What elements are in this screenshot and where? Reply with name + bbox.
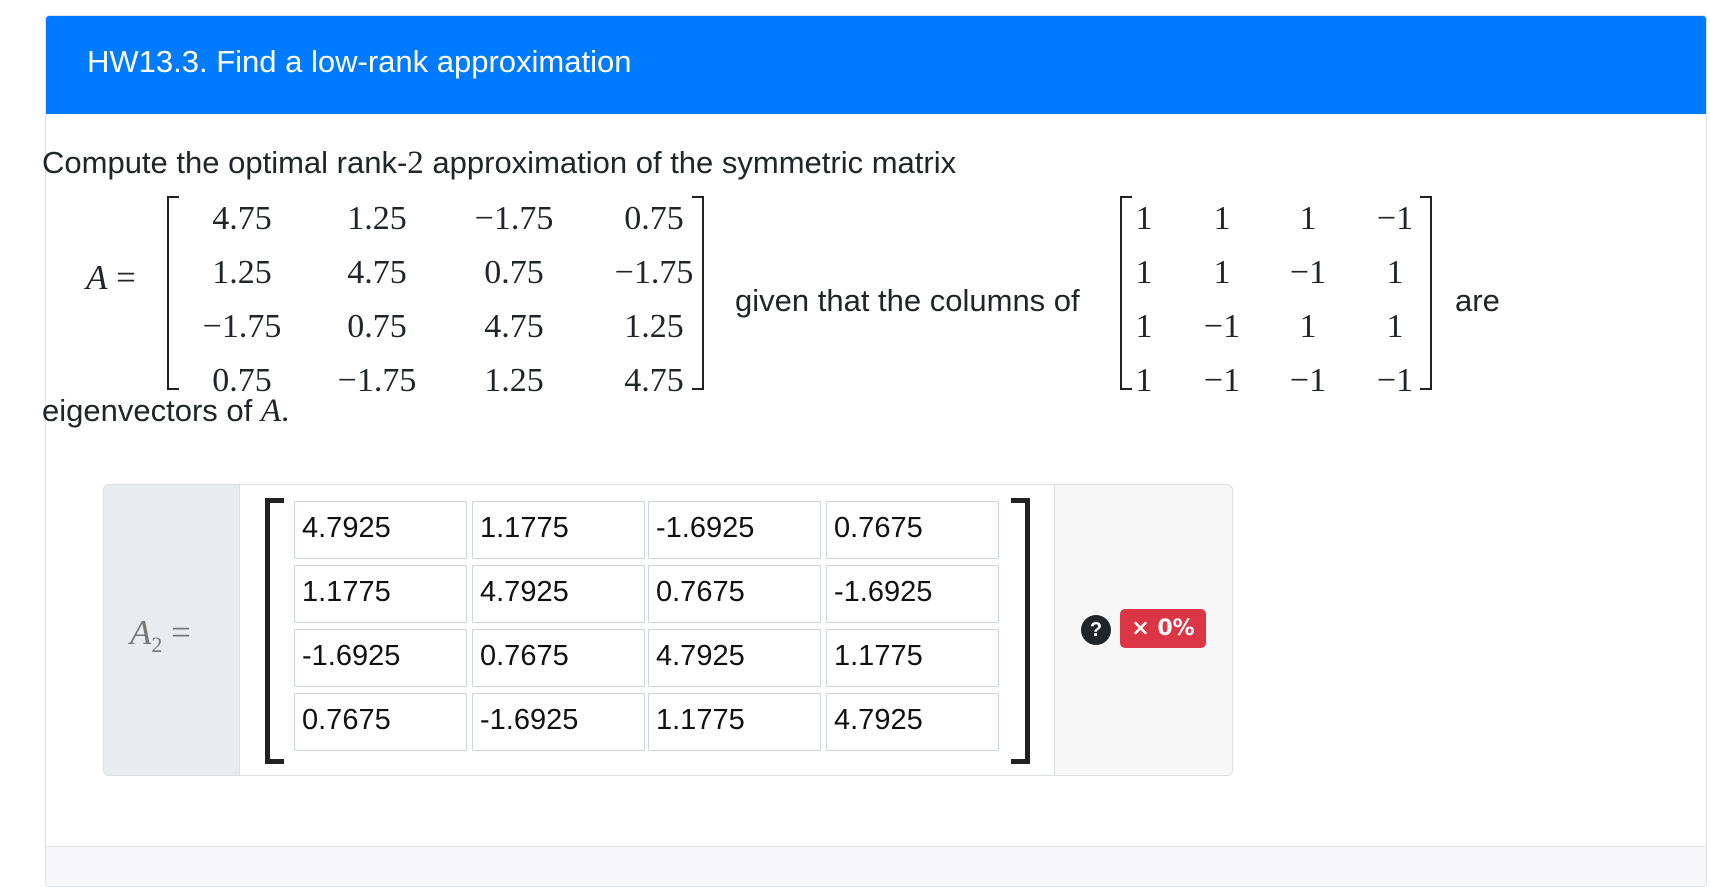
score-badge: × 0% <box>1120 609 1206 648</box>
matrix-A-cell: 1.25 <box>484 362 544 399</box>
card-header: HW13.3. Find a low-rank approximation <box>46 16 1706 114</box>
matrix-A-cell: 0.75 <box>484 254 544 291</box>
help-icon[interactable]: ? <box>1081 615 1111 645</box>
answer-input-cell[interactable]: 0.7675 <box>826 501 999 559</box>
matrix-A-cell: 4.75 <box>484 308 544 345</box>
answer-input-cell[interactable]: 0.7675 <box>472 629 645 687</box>
prompt-text: Compute the optimal rank- <box>42 145 408 180</box>
eigvec-matrix-cell: 1 <box>1299 308 1317 345</box>
given-text: given that the columns of <box>735 283 1080 318</box>
are-text: are <box>1455 283 1500 318</box>
answer-input-cell[interactable]: 4.7925 <box>648 629 821 687</box>
answer-input-cell[interactable]: 1.1775 <box>472 501 645 559</box>
answer-input-cell[interactable]: 4.7925 <box>826 693 999 751</box>
eigvec-matrix-cell: −1 <box>1289 362 1327 399</box>
matrix-A-cell: 4.75 <box>212 200 272 237</box>
answer-left-bracket <box>265 498 284 764</box>
matrix-A-cell: 1.25 <box>212 254 272 291</box>
eigvec-matrix-cell: 1 <box>1213 200 1231 237</box>
prompt-text-2: approximation of the symmetric matrix <box>423 145 957 180</box>
answer-right-bracket <box>1011 498 1030 764</box>
matrix-A-cell: 4.75 <box>624 362 684 399</box>
eigvec-matrix-cell: −1 <box>1376 200 1414 237</box>
eigvec-matrix-cell: 1 <box>1213 254 1231 291</box>
question-prompt-end: eigenvectors of A. <box>42 393 290 429</box>
rank-value: 2 <box>407 145 424 181</box>
matrix-A-cell: 0.75 <box>624 200 684 237</box>
answer-input-cell[interactable]: 4.7925 <box>472 565 645 623</box>
answer-input-cell[interactable]: -1.6925 <box>294 629 467 687</box>
matrix-A-label: A = <box>86 258 136 297</box>
matrix-A-cell: 1.25 <box>624 308 684 345</box>
answer-input-cell[interactable]: 1.1775 <box>294 565 467 623</box>
matrix-A-cell: 4.75 <box>347 254 407 291</box>
matrix-A-cell: 0.75 <box>347 308 407 345</box>
answer-input-cell[interactable]: -1.6925 <box>826 565 999 623</box>
card-footer <box>46 846 1706 886</box>
eigvec-matrix-cell: 1 <box>1386 254 1404 291</box>
answer-input-cell[interactable]: 0.7675 <box>294 693 467 751</box>
matrix-A-cell: 1.25 <box>347 200 407 237</box>
answer-input-cell[interactable]: 1.1775 <box>826 629 999 687</box>
answer-input-cell[interactable]: -1.6925 <box>648 501 821 559</box>
matrix-A-cell: −1.75 <box>614 254 694 291</box>
answer-input-cell[interactable]: 0.7675 <box>648 565 821 623</box>
eigvec-matrix-cell: 1 <box>1386 308 1404 345</box>
matrix-A-cell: −1.75 <box>202 308 282 345</box>
question-prompt: Compute the optimal rank-2 approximation… <box>42 145 956 182</box>
matrix-A-left-bracket <box>167 196 179 390</box>
eigvec-matrix-cell: −1 <box>1203 308 1241 345</box>
matrix-A-cell: −1.75 <box>474 200 554 237</box>
eigvec-matrix-cell: 1 <box>1299 200 1317 237</box>
question-title: HW13.3. Find a low-rank approximation <box>87 44 632 79</box>
answer-input-cell[interactable]: 4.7925 <box>294 501 467 559</box>
matrix-A-cell: −1.75 <box>337 362 417 399</box>
answer-label: A2 = <box>130 613 191 657</box>
eigvec-matrix-cell: −1 <box>1203 362 1241 399</box>
answer-input-cell[interactable]: 1.1775 <box>648 693 821 751</box>
eigvec-matrix-cell: −1 <box>1289 254 1327 291</box>
eigvec-matrix-cell: −1 <box>1376 362 1414 399</box>
answer-input-cell[interactable]: -1.6925 <box>472 693 645 751</box>
